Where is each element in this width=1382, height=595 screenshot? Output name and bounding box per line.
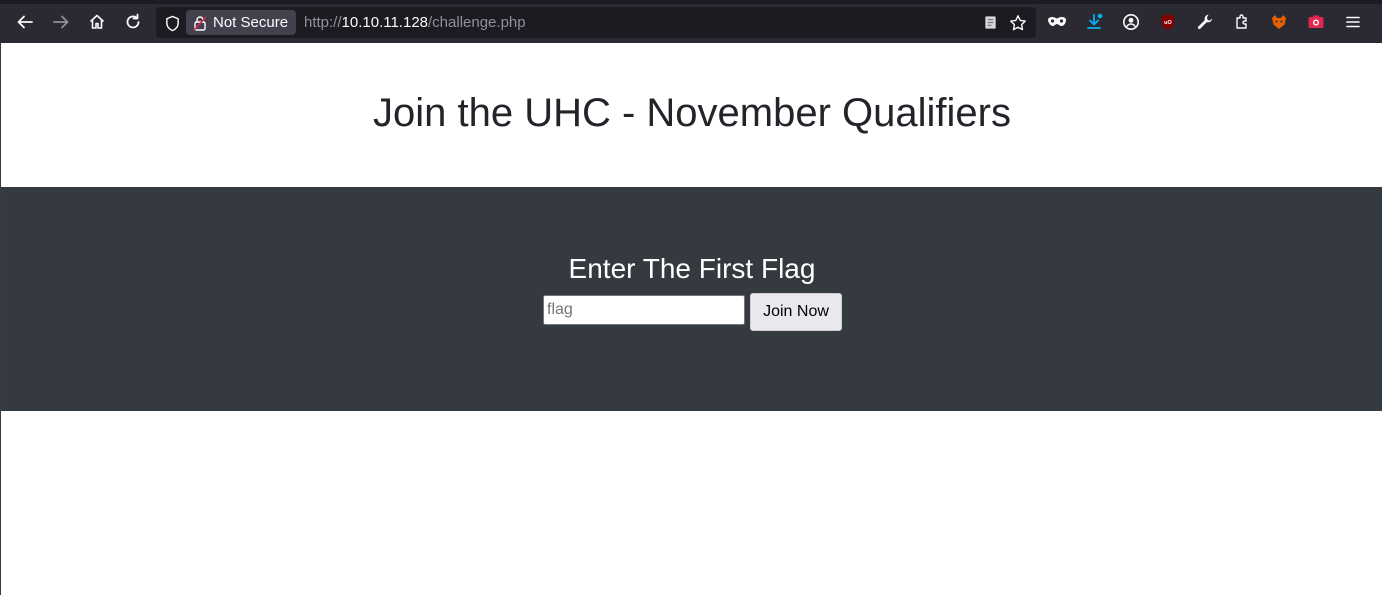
url-path: /challenge.php (428, 14, 526, 31)
page-title: Join the UHC - November Qualifiers (373, 91, 1011, 135)
page-content: Join the UHC - November Qualifiers Enter… (0, 43, 1382, 595)
reload-icon[interactable] (118, 7, 148, 37)
account-icon[interactable] (1116, 7, 1146, 37)
url-scheme: http:// (304, 14, 342, 31)
foxyproxy-icon[interactable] (1264, 7, 1294, 37)
browser-toolbar: Not Secure http://10.10.11.128/challenge… (0, 0, 1382, 43)
reader-view-icon[interactable] (976, 10, 1004, 35)
lock-warning-icon (193, 15, 207, 31)
downloads-icon[interactable] (1079, 7, 1109, 37)
extensions-icon[interactable] (1227, 7, 1257, 37)
url-bar[interactable]: Not Secure http://10.10.11.128/challenge… (156, 7, 1036, 38)
section-heading: Enter The First Flag (568, 253, 816, 284)
tools-icon[interactable] (1190, 7, 1220, 37)
url-host: 10.10.11.128 (341, 14, 429, 31)
ublock-icon[interactable]: uO (1153, 7, 1183, 37)
private-mask-icon[interactable] (1042, 7, 1072, 37)
security-label: Not Secure (213, 14, 289, 31)
join-now-button[interactable]: Join Now (750, 293, 842, 331)
screenshot-icon[interactable] (1301, 7, 1331, 37)
home-icon[interactable] (82, 7, 112, 37)
shield-icon[interactable] (162, 13, 182, 33)
flag-input[interactable] (543, 295, 745, 325)
svg-text:uO: uO (1164, 20, 1172, 26)
url-text[interactable]: http://10.10.11.128/challenge.php (304, 14, 526, 31)
forward-arrow-icon[interactable] (46, 7, 76, 37)
menu-icon[interactable] (1338, 7, 1368, 37)
back-arrow-icon[interactable] (10, 7, 40, 37)
bookmark-star-icon[interactable] (1004, 10, 1032, 35)
flag-section: Enter The First Flag Join Now (1, 187, 1382, 411)
security-indicator[interactable]: Not Secure (186, 10, 297, 35)
